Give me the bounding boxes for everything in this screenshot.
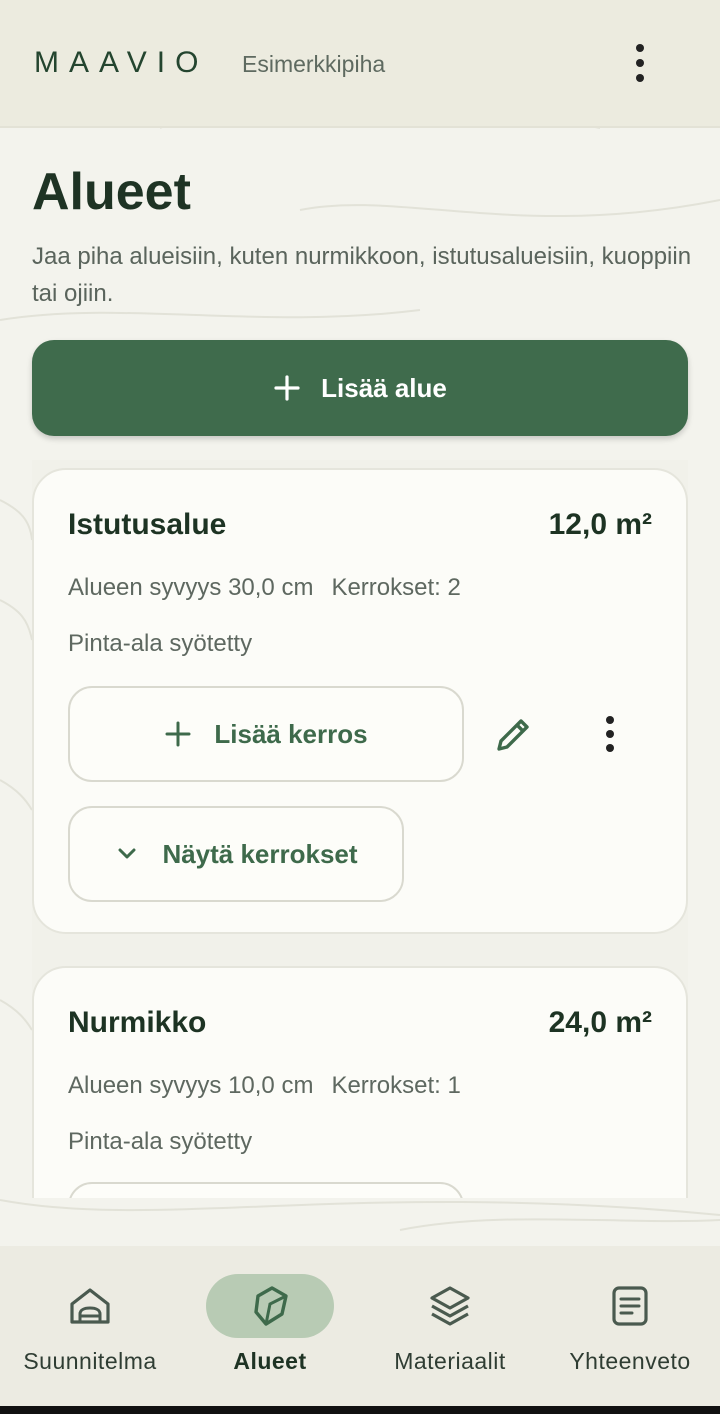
page-description: Jaa piha alueisiin, kuten nurmikkoon, is… <box>32 243 692 307</box>
add-layer-button[interactable]: Lisää kerros <box>68 686 464 782</box>
summary-document-icon <box>612 1286 648 1326</box>
area-card: Nurmikko 24,0 m² Alueen syvyys 10,0 cm Ke… <box>32 966 688 1198</box>
area-note: Pinta-ala syötetty <box>68 1128 253 1155</box>
show-layers-label: Näytä kerrokset <box>162 838 358 869</box>
app-logo: MAAVIO <box>34 46 209 79</box>
area-layer-count: Kerrokset: 2 <box>331 574 461 601</box>
page-title: Alueet <box>32 163 191 221</box>
project-name: Esimerkkipiha <box>242 51 386 77</box>
nav-item-materiaalit[interactable]: Materiaalit <box>360 1246 540 1406</box>
home-icon <box>70 1288 110 1324</box>
bottom-navigation: Suunnitelma Alueet Materiaalit Yhteenvet… <box>0 1246 720 1406</box>
add-area-label: Lisää alue <box>321 372 447 403</box>
nav-item-suunnitelma[interactable]: Suunnitelma <box>0 1246 180 1406</box>
show-layers-button[interactable]: Näytä kerrokset <box>68 806 404 902</box>
app-bar: MAAVIO Esimerkkipiha <box>0 0 720 128</box>
area-name: Istutusalue <box>68 508 227 541</box>
nav-item-yhteenveto[interactable]: Yhteenveto <box>540 1246 720 1406</box>
area-name: Nurmikko <box>68 1006 207 1039</box>
layers-icon <box>430 1286 470 1326</box>
nav-label: Materiaalit <box>394 1348 506 1374</box>
area-polygon-icon <box>254 1286 288 1326</box>
area-card: Istutusalue 12,0 m² Alueen syvyys 30,0 c… <box>32 468 688 934</box>
chevron-down-icon <box>118 848 136 859</box>
area-meta: Alueen syvyys 10,0 cm Kerrokset: 1 <box>68 1072 461 1100</box>
add-layer-button[interactable] <box>68 1182 464 1198</box>
nav-item-alueet[interactable]: Alueet <box>180 1246 360 1406</box>
area-layer-count: Kerrokset: 1 <box>331 1072 461 1099</box>
add-area-button[interactable]: Lisää alue <box>32 340 688 436</box>
screen: MAAVIO Esimerkkipiha Alueet Jaa piha alu… <box>0 0 720 1414</box>
area-meta: Alueen syvyys 30,0 cm Kerrokset: 2 <box>68 574 461 602</box>
area-depth: Alueen syvyys 10,0 cm <box>68 1072 314 1099</box>
area-note: Pinta-ala syötetty <box>68 630 253 657</box>
add-layer-label: Lisää kerros <box>214 718 368 749</box>
area-size: 24,0 m² <box>548 1006 652 1039</box>
area-list[interactable]: Istutusalue 12,0 m² Alueen syvyys 30,0 c… <box>32 460 688 1198</box>
plus-icon <box>165 721 191 747</box>
system-navigation-bar <box>0 1406 720 1414</box>
nav-label: Alueet <box>233 1348 307 1374</box>
plus-icon <box>274 375 300 401</box>
more-vertical-icon[interactable] <box>582 706 638 762</box>
nav-label: Suunnitelma <box>23 1348 157 1374</box>
edit-pencil-icon[interactable] <box>486 706 542 762</box>
area-depth: Alueen syvyys 30,0 cm <box>68 574 314 601</box>
more-vertical-icon[interactable] <box>620 40 660 86</box>
nav-label: Yhteenveto <box>569 1348 691 1374</box>
area-size: 12,0 m² <box>548 508 652 541</box>
